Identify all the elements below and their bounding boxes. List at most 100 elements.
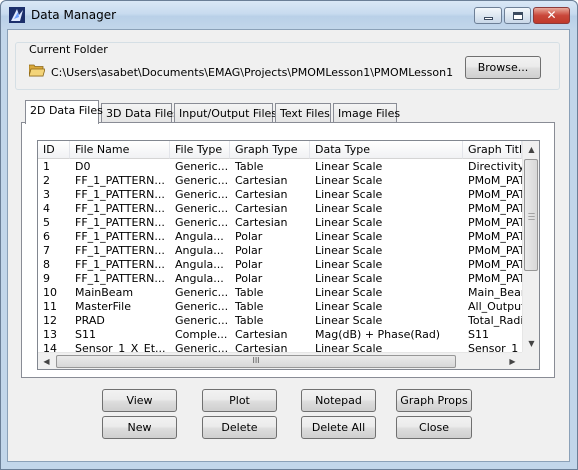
title-bar[interactable]: Data Manager ✕: [1, 1, 577, 29]
cell-graph-title: S11: [468, 328, 489, 341]
cell-data-type: Linear Scale: [315, 174, 383, 187]
column-header-data-type[interactable]: Data Type: [310, 141, 463, 159]
data-files-table[interactable]: ID File Name File Type Graph Type Data T…: [37, 140, 540, 370]
scrollbar-corner: [522, 352, 539, 369]
cell-file-name: D0: [75, 160, 91, 173]
cell-graph-type: Polar: [235, 272, 263, 285]
close-button[interactable]: Close: [396, 416, 472, 439]
delete-all-button[interactable]: Delete All: [301, 416, 376, 439]
vertical-scrollbar[interactable]: ▲ — — — ▼: [522, 141, 539, 352]
cell-data-type: Linear Scale: [315, 258, 383, 271]
cell-id: 3: [43, 188, 50, 201]
table-row[interactable]: 10 MainBeam Generic... Table Linear Scale Mai…: [38, 286, 522, 300]
vertical-scroll-thumb[interactable]: — — —: [524, 159, 538, 271]
cell-file-type: Generic...: [175, 314, 229, 327]
cell-data-type: Linear Scale: [315, 230, 383, 243]
cell-file-name: S11: [75, 328, 96, 341]
cell-file-type: Generic...: [175, 160, 229, 173]
cell-data-type: Linear Scale: [315, 244, 383, 257]
app-icon: [9, 7, 25, 23]
column-header-graph-title[interactable]: Graph Title: [463, 141, 522, 159]
cell-data-type: Linear Scale: [315, 216, 383, 229]
cell-graph-type: Cartesian: [235, 328, 288, 341]
scroll-right-icon[interactable]: ▶: [504, 353, 521, 369]
scroll-left-icon[interactable]: ◀: [38, 353, 55, 369]
cell-graph-title: PMoM_PAT: [468, 202, 522, 215]
graph-props-button[interactable]: Graph Props: [396, 389, 472, 412]
table-row[interactable]: 2 FF_1_PATTERN... Generic... Cartesian Linea…: [38, 174, 522, 188]
table-row[interactable]: 11 MasterFile Generic... Table Linear Scale A…: [38, 300, 522, 314]
cell-graph-title: All_Output_: [468, 300, 522, 313]
table-row[interactable]: 6 FF_1_PATTERN... Angula... Polar Linear Sca…: [38, 230, 522, 244]
tab-2d-data-files[interactable]: 2D Data Files: [25, 100, 103, 124]
table-row[interactable]: 1 D0 Generic... Table Linear Scale Directivit…: [38, 160, 522, 174]
cell-file-type: Angula...: [175, 258, 224, 271]
column-header-graph-type[interactable]: Graph Type: [230, 141, 310, 159]
column-header-file-type[interactable]: File Type: [170, 141, 230, 159]
table-row[interactable]: 12 PRAD Generic... Table Linear Scale Total_R…: [38, 314, 522, 328]
cell-file-name: PRAD: [75, 314, 105, 327]
cell-graph-title: PMoM_PAT: [468, 272, 522, 285]
delete-button[interactable]: Delete: [202, 416, 277, 439]
cell-graph-type: Table: [235, 160, 264, 173]
plot-button[interactable]: Plot: [202, 389, 277, 412]
column-header-id[interactable]: ID: [38, 141, 70, 159]
cell-graph-title: PMoM_PAT: [468, 188, 522, 201]
cell-data-type: Linear Scale: [315, 272, 383, 285]
horizontal-scroll-thumb[interactable]: III: [56, 355, 456, 368]
table-row[interactable]: 13 S11 Comple... Cartesian Mag(dB) + Phase(R…: [38, 328, 522, 342]
column-header-file-name[interactable]: File Name: [70, 141, 170, 159]
cell-graph-type: Polar: [235, 244, 263, 257]
table-row[interactable]: 7 FF_1_PATTERN... Angula... Polar Linear Sca…: [38, 244, 522, 258]
cell-graph-type: Cartesian: [235, 188, 288, 201]
cell-file-type: Generic...: [175, 300, 229, 313]
cell-graph-title: PMoM_PAT: [468, 174, 522, 187]
tab-image-files[interactable]: Image Files: [333, 103, 400, 123]
cell-file-type: Angula...: [175, 244, 224, 257]
cell-data-type: Linear Scale: [315, 314, 383, 327]
horizontal-scrollbar[interactable]: ◀ III ▶: [38, 352, 522, 369]
window-title: Data Manager: [31, 8, 117, 22]
tab-text-files[interactable]: Text Files: [275, 103, 331, 123]
table-row[interactable]: 9 FF_1_PATTERN... Angula... Polar Linear Sca…: [38, 272, 522, 286]
maximize-button[interactable]: [504, 7, 531, 24]
new-button[interactable]: New: [102, 416, 177, 439]
grip-icon: — — —: [528, 209, 535, 223]
table-row[interactable]: 8 FF_1_PATTERN... Angula... Polar Linear Sca…: [38, 258, 522, 272]
minimize-button[interactable]: [474, 7, 502, 24]
cell-id: 7: [43, 244, 50, 257]
cell-id: 13: [43, 328, 57, 341]
browse-button[interactable]: Browse...: [465, 56, 541, 79]
scroll-down-icon[interactable]: ▼: [523, 335, 539, 352]
cell-id: 11: [43, 300, 57, 313]
cell-graph-type: Cartesian: [235, 174, 288, 187]
view-button[interactable]: View: [102, 389, 177, 412]
scroll-up-icon[interactable]: ▲: [523, 141, 539, 158]
table-row[interactable]: 5 FF_1_PATTERN... Generic... Cartesian Linea…: [38, 216, 522, 230]
current-folder-label: Current Folder: [26, 43, 111, 56]
cell-id: 2: [43, 174, 50, 187]
cell-id: 12: [43, 314, 57, 327]
cell-id: 6: [43, 230, 50, 243]
cell-file-name: FF_1_PATTERN...: [75, 202, 165, 215]
current-folder-path: C:\Users\asabet\Documents\EMAG\Projects\…: [51, 66, 454, 79]
table-row[interactable]: 4 FF_1_PATTERN... Generic... Cartesian Linea…: [38, 202, 522, 216]
close-window-button[interactable]: ✕: [533, 7, 570, 24]
table-row[interactable]: 3 FF_1_PATTERN... Generic... Cartesian Linea…: [38, 188, 522, 202]
cell-graph-title: Total_Radia: [468, 314, 522, 327]
cell-id: 10: [43, 286, 57, 299]
cell-graph-type: Table: [235, 286, 264, 299]
cell-file-name: FF_1_PATTERN...: [75, 230, 165, 243]
cell-id: 9: [43, 272, 50, 285]
cell-id: 4: [43, 202, 50, 215]
notepad-button[interactable]: Notepad: [301, 389, 376, 412]
cell-data-type: Linear Scale: [315, 188, 383, 201]
cell-id: 1: [43, 160, 50, 173]
cell-file-type: Angula...: [175, 272, 224, 285]
tab-input-output-files[interactable]: Input/Output Files: [174, 103, 277, 123]
cell-graph-type: Polar: [235, 258, 263, 271]
tab-3d-data-files[interactable]: 3D Data Files: [101, 103, 179, 123]
minimize-icon: [484, 17, 493, 20]
cell-file-name: MainBeam: [75, 286, 134, 299]
cell-graph-title: PMoM_PAT: [468, 244, 522, 257]
